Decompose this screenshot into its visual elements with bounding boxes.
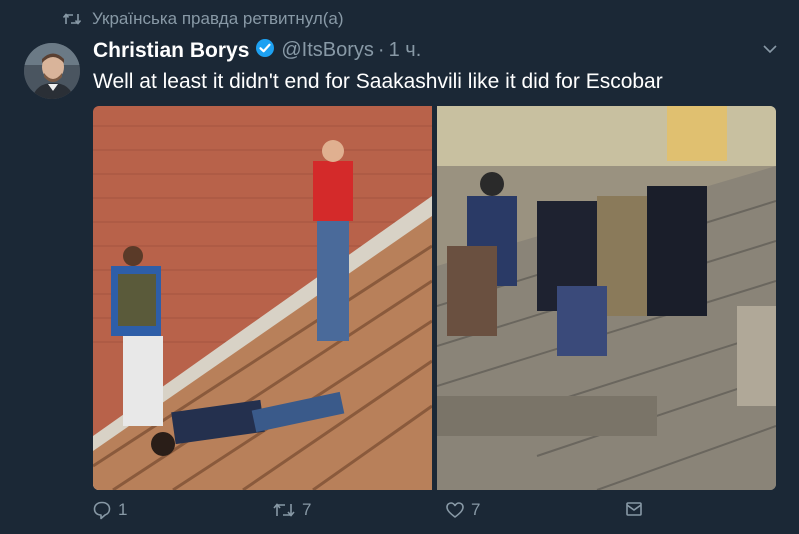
tweet-header: Christian Borys @ItsBorys · 1 ч. bbox=[93, 38, 421, 63]
chevron-down-icon[interactable] bbox=[760, 42, 780, 56]
reply-button[interactable]: 1 bbox=[92, 500, 127, 520]
retweet-icon bbox=[272, 501, 296, 519]
retweet-notice-text: Українська правда ретвитнул(а) bbox=[92, 9, 344, 28]
author-name[interactable]: Christian Borys bbox=[93, 39, 249, 63]
retweet-count: 7 bbox=[302, 500, 312, 519]
tweet-actions: 1 7 7 bbox=[92, 500, 652, 522]
saakashvili-rooftop-photo[interactable] bbox=[437, 106, 776, 490]
retweet-notice[interactable]: Українська правда ретвитнул(а) bbox=[62, 9, 344, 29]
author-handle[interactable]: @ItsBorys bbox=[281, 39, 374, 62]
tweet-media bbox=[93, 106, 776, 490]
header-separator: · bbox=[377, 39, 385, 61]
like-button[interactable]: 7 bbox=[445, 500, 480, 520]
verified-badge-icon bbox=[255, 38, 275, 63]
reply-icon bbox=[92, 500, 112, 520]
tweet-timestamp[interactable]: 1 ч. bbox=[389, 39, 422, 62]
like-count: 7 bbox=[471, 500, 481, 519]
escobar-rooftop-photo[interactable] bbox=[93, 106, 432, 490]
direct-message-button[interactable] bbox=[624, 500, 644, 518]
tweet-text: Well at least it didn't end for Saakashv… bbox=[93, 70, 663, 93]
envelope-icon bbox=[624, 500, 644, 518]
avatar[interactable] bbox=[24, 43, 80, 99]
reply-count: 1 bbox=[118, 500, 128, 519]
heart-icon bbox=[445, 500, 465, 520]
retweet-button[interactable]: 7 bbox=[272, 500, 311, 520]
retweet-icon bbox=[62, 12, 82, 26]
